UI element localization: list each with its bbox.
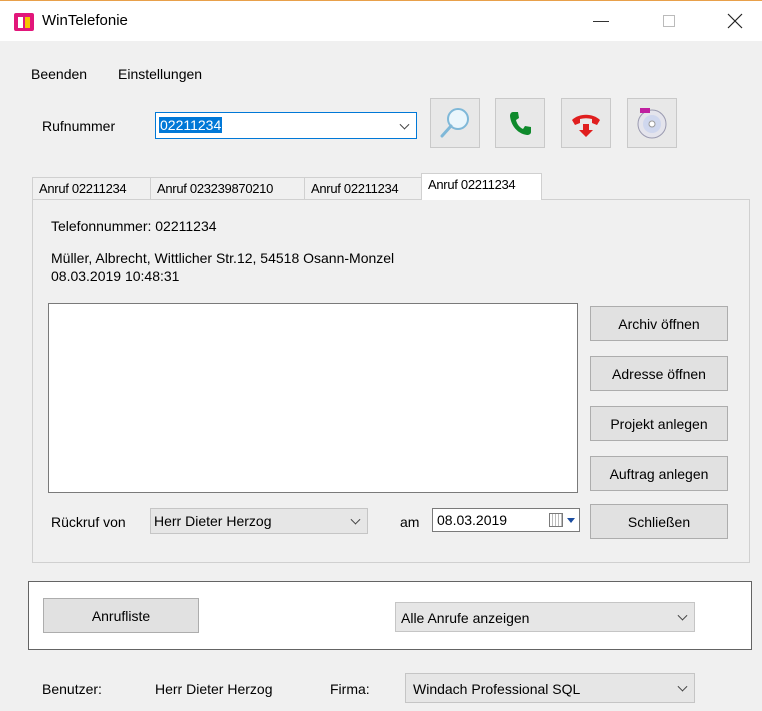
rueckruf-date-value: 08.03.2019 (437, 512, 508, 528)
phone-green-icon (510, 112, 531, 135)
cd-button[interactable] (627, 98, 677, 148)
firma-combobox[interactable]: Windach Professional SQL (405, 673, 695, 703)
app-window: WinTelefonie Beenden Einstellungen Rufnu… (0, 0, 762, 711)
rufnummer-label: Rufnummer (42, 118, 116, 134)
maximize-icon (663, 15, 675, 27)
chevron-down-icon (399, 119, 410, 130)
auftrag-anlegen-button[interactable]: Auftrag anlegen (590, 456, 728, 491)
menu-bar: Beenden Einstellungen (0, 63, 762, 85)
phone-hangup-red-icon (572, 114, 600, 137)
cd-icon (637, 108, 667, 139)
tab-anruf-4[interactable]: Anruf 02211234 (421, 173, 542, 200)
call-filter-combobox[interactable]: Alle Anrufe anzeigen (395, 602, 695, 632)
anrufliste-button[interactable]: Anrufliste (43, 598, 199, 633)
minimize-icon (593, 20, 609, 22)
notes-textarea[interactable] (48, 303, 578, 493)
rufnummer-combobox[interactable]: 02211234 (155, 112, 417, 139)
close-button[interactable] (712, 1, 758, 41)
window-title: WinTelefonie (42, 12, 128, 29)
archiv-oeffnen-button[interactable]: Archiv öffnen (590, 306, 728, 341)
app-logo-icon (14, 13, 34, 31)
rueckruf-person-value: Herr Dieter Herzog (154, 513, 272, 529)
call-filter-value: Alle Anrufe anzeigen (401, 610, 530, 626)
chevron-down-icon (350, 514, 361, 525)
search-button[interactable] (430, 98, 480, 148)
dropdown-arrow-icon (567, 518, 575, 523)
projekt-anlegen-button[interactable]: Projekt anlegen (590, 406, 728, 441)
benutzer-value: Herr Dieter Herzog (155, 681, 273, 697)
benutzer-label: Benutzer: (42, 681, 102, 697)
telefonnummer-text: Telefonnummer: 02211234 (51, 218, 217, 234)
calendar-icon (549, 513, 563, 527)
chevron-down-icon (677, 610, 688, 621)
title-bar: WinTelefonie (0, 1, 762, 41)
rufnummer-value: 02211234 (159, 117, 223, 133)
call-datetime: 08.03.2019 10:48:31 (51, 268, 180, 284)
minimize-button[interactable] (578, 1, 624, 41)
firma-label: Firma: (330, 681, 370, 697)
menu-einstellungen[interactable]: Einstellungen (118, 66, 202, 82)
schliessen-button[interactable]: Schließen (590, 504, 728, 539)
rueckruf-person-combobox[interactable]: Herr Dieter Herzog (150, 508, 368, 534)
firma-value: Windach Professional SQL (413, 681, 581, 697)
tab-anruf-2[interactable]: Anruf 023239870210 (150, 177, 305, 199)
magnifier-icon (440, 108, 469, 138)
menu-beenden[interactable]: Beenden (31, 66, 87, 82)
maximize-button[interactable] (646, 1, 692, 41)
tab-anruf-1[interactable]: Anruf 02211234 (32, 177, 151, 199)
am-label: am (400, 514, 420, 530)
address-text: Müller, Albrecht, Wittlicher Str.12, 545… (51, 250, 395, 266)
hangup-button[interactable] (561, 98, 611, 148)
rueckruf-label: Rückruf von (51, 514, 126, 530)
close-icon (727, 13, 743, 29)
call-button[interactable] (495, 98, 545, 148)
chevron-down-icon (677, 681, 688, 692)
adresse-oeffnen-button[interactable]: Adresse öffnen (590, 356, 728, 391)
tab-anruf-3[interactable]: Anruf 02211234 (304, 177, 422, 199)
rueckruf-date-picker[interactable]: 08.03.2019 (432, 508, 580, 532)
